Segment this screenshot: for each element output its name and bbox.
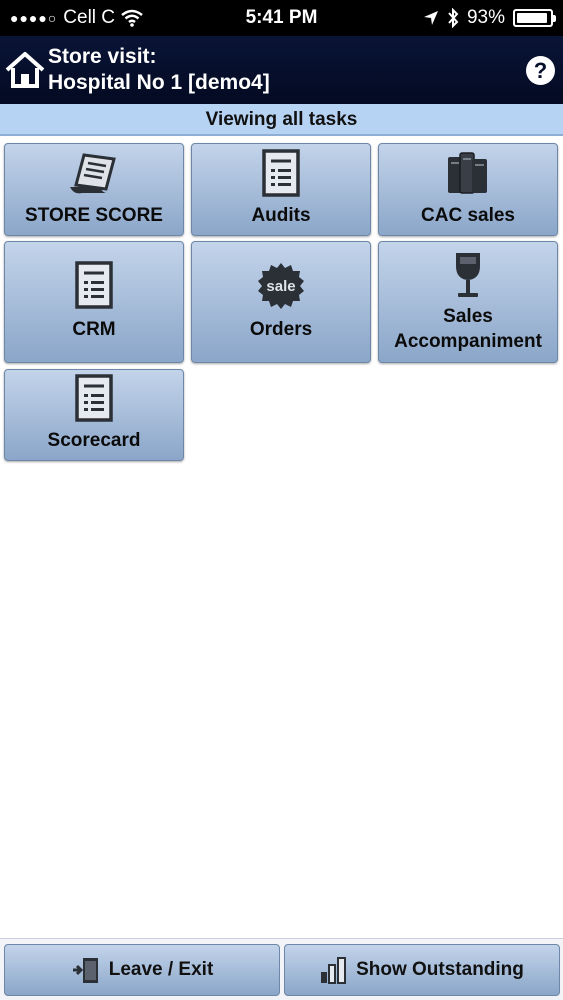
exit-door-icon <box>72 958 98 983</box>
bluetooth-icon <box>448 8 459 28</box>
carrier-label: Cell C <box>63 7 116 28</box>
task-label: CAC sales <box>421 205 515 226</box>
battery-icon <box>513 9 556 27</box>
task-tile-scorecard[interactable]: Scorecard <box>4 369 184 461</box>
task-tile-store-score[interactable]: STORE SCORE <box>4 143 184 236</box>
task-tile-orders[interactable]: sale Orders <box>191 241 371 363</box>
task-label: CRM <box>72 319 116 340</box>
bar-chart-icon <box>321 957 347 984</box>
task-tile-crm[interactable]: CRM <box>4 241 184 363</box>
show-outstanding-button[interactable]: Show Outstanding <box>284 944 560 996</box>
wine-glass-icon <box>456 253 480 297</box>
store-name: Hospital No 1 [demo4] <box>48 71 270 94</box>
help-icon[interactable]: ? <box>526 56 555 85</box>
battery-percent: 93% <box>466 7 505 28</box>
sale-badge-icon: sale <box>258 263 304 309</box>
task-tile-audits[interactable]: Audits <box>191 143 371 236</box>
task-label: Orders <box>249 319 313 340</box>
header-titles: Store visit: Hospital No 1 [demo4] <box>48 44 270 96</box>
status-left: ●●●●○ Cell C <box>10 7 143 29</box>
wifi-icon <box>121 9 143 27</box>
location-arrow-icon <box>423 11 438 25</box>
document-icon <box>75 374 113 422</box>
header-title: Store visit: <box>48 45 157 68</box>
help-glyph: ? <box>533 57 548 83</box>
task-label: Audits <box>251 205 311 226</box>
status-bar: ●●●●○ Cell C 5:41 PM 93% <box>0 0 563 36</box>
leave-exit-button[interactable]: Leave / Exit <box>4 944 280 996</box>
task-tile-sales-accompaniment[interactable]: Sales Accompaniment <box>378 241 558 363</box>
sale-badge-text: sale <box>266 278 295 295</box>
footer-toolbar: Leave / Exit Show Outstanding <box>0 938 563 1000</box>
view-filter-label: Viewing all tasks <box>0 104 563 136</box>
battery-fill <box>517 13 547 23</box>
task-tile-cac-sales[interactable]: CAC sales <box>378 143 558 236</box>
document-icon <box>262 149 300 197</box>
books-icon <box>448 152 487 194</box>
status-right: 93% <box>423 7 556 29</box>
leave-exit-label: Leave / Exit <box>108 959 214 980</box>
document-icon <box>75 261 113 309</box>
task-label: STORE SCORE <box>25 205 163 226</box>
home-icon[interactable] <box>4 49 46 91</box>
scroll-icon <box>70 153 116 194</box>
task-label: Scorecard <box>47 430 141 451</box>
header: Store visit: Hospital No 1 [demo4] ? <box>0 36 563 104</box>
task-label: Sales Accompaniment <box>394 306 542 352</box>
signal-strength-icon: ●●●●○ <box>10 10 58 26</box>
show-outstanding-label: Show Outstanding <box>356 959 524 980</box>
